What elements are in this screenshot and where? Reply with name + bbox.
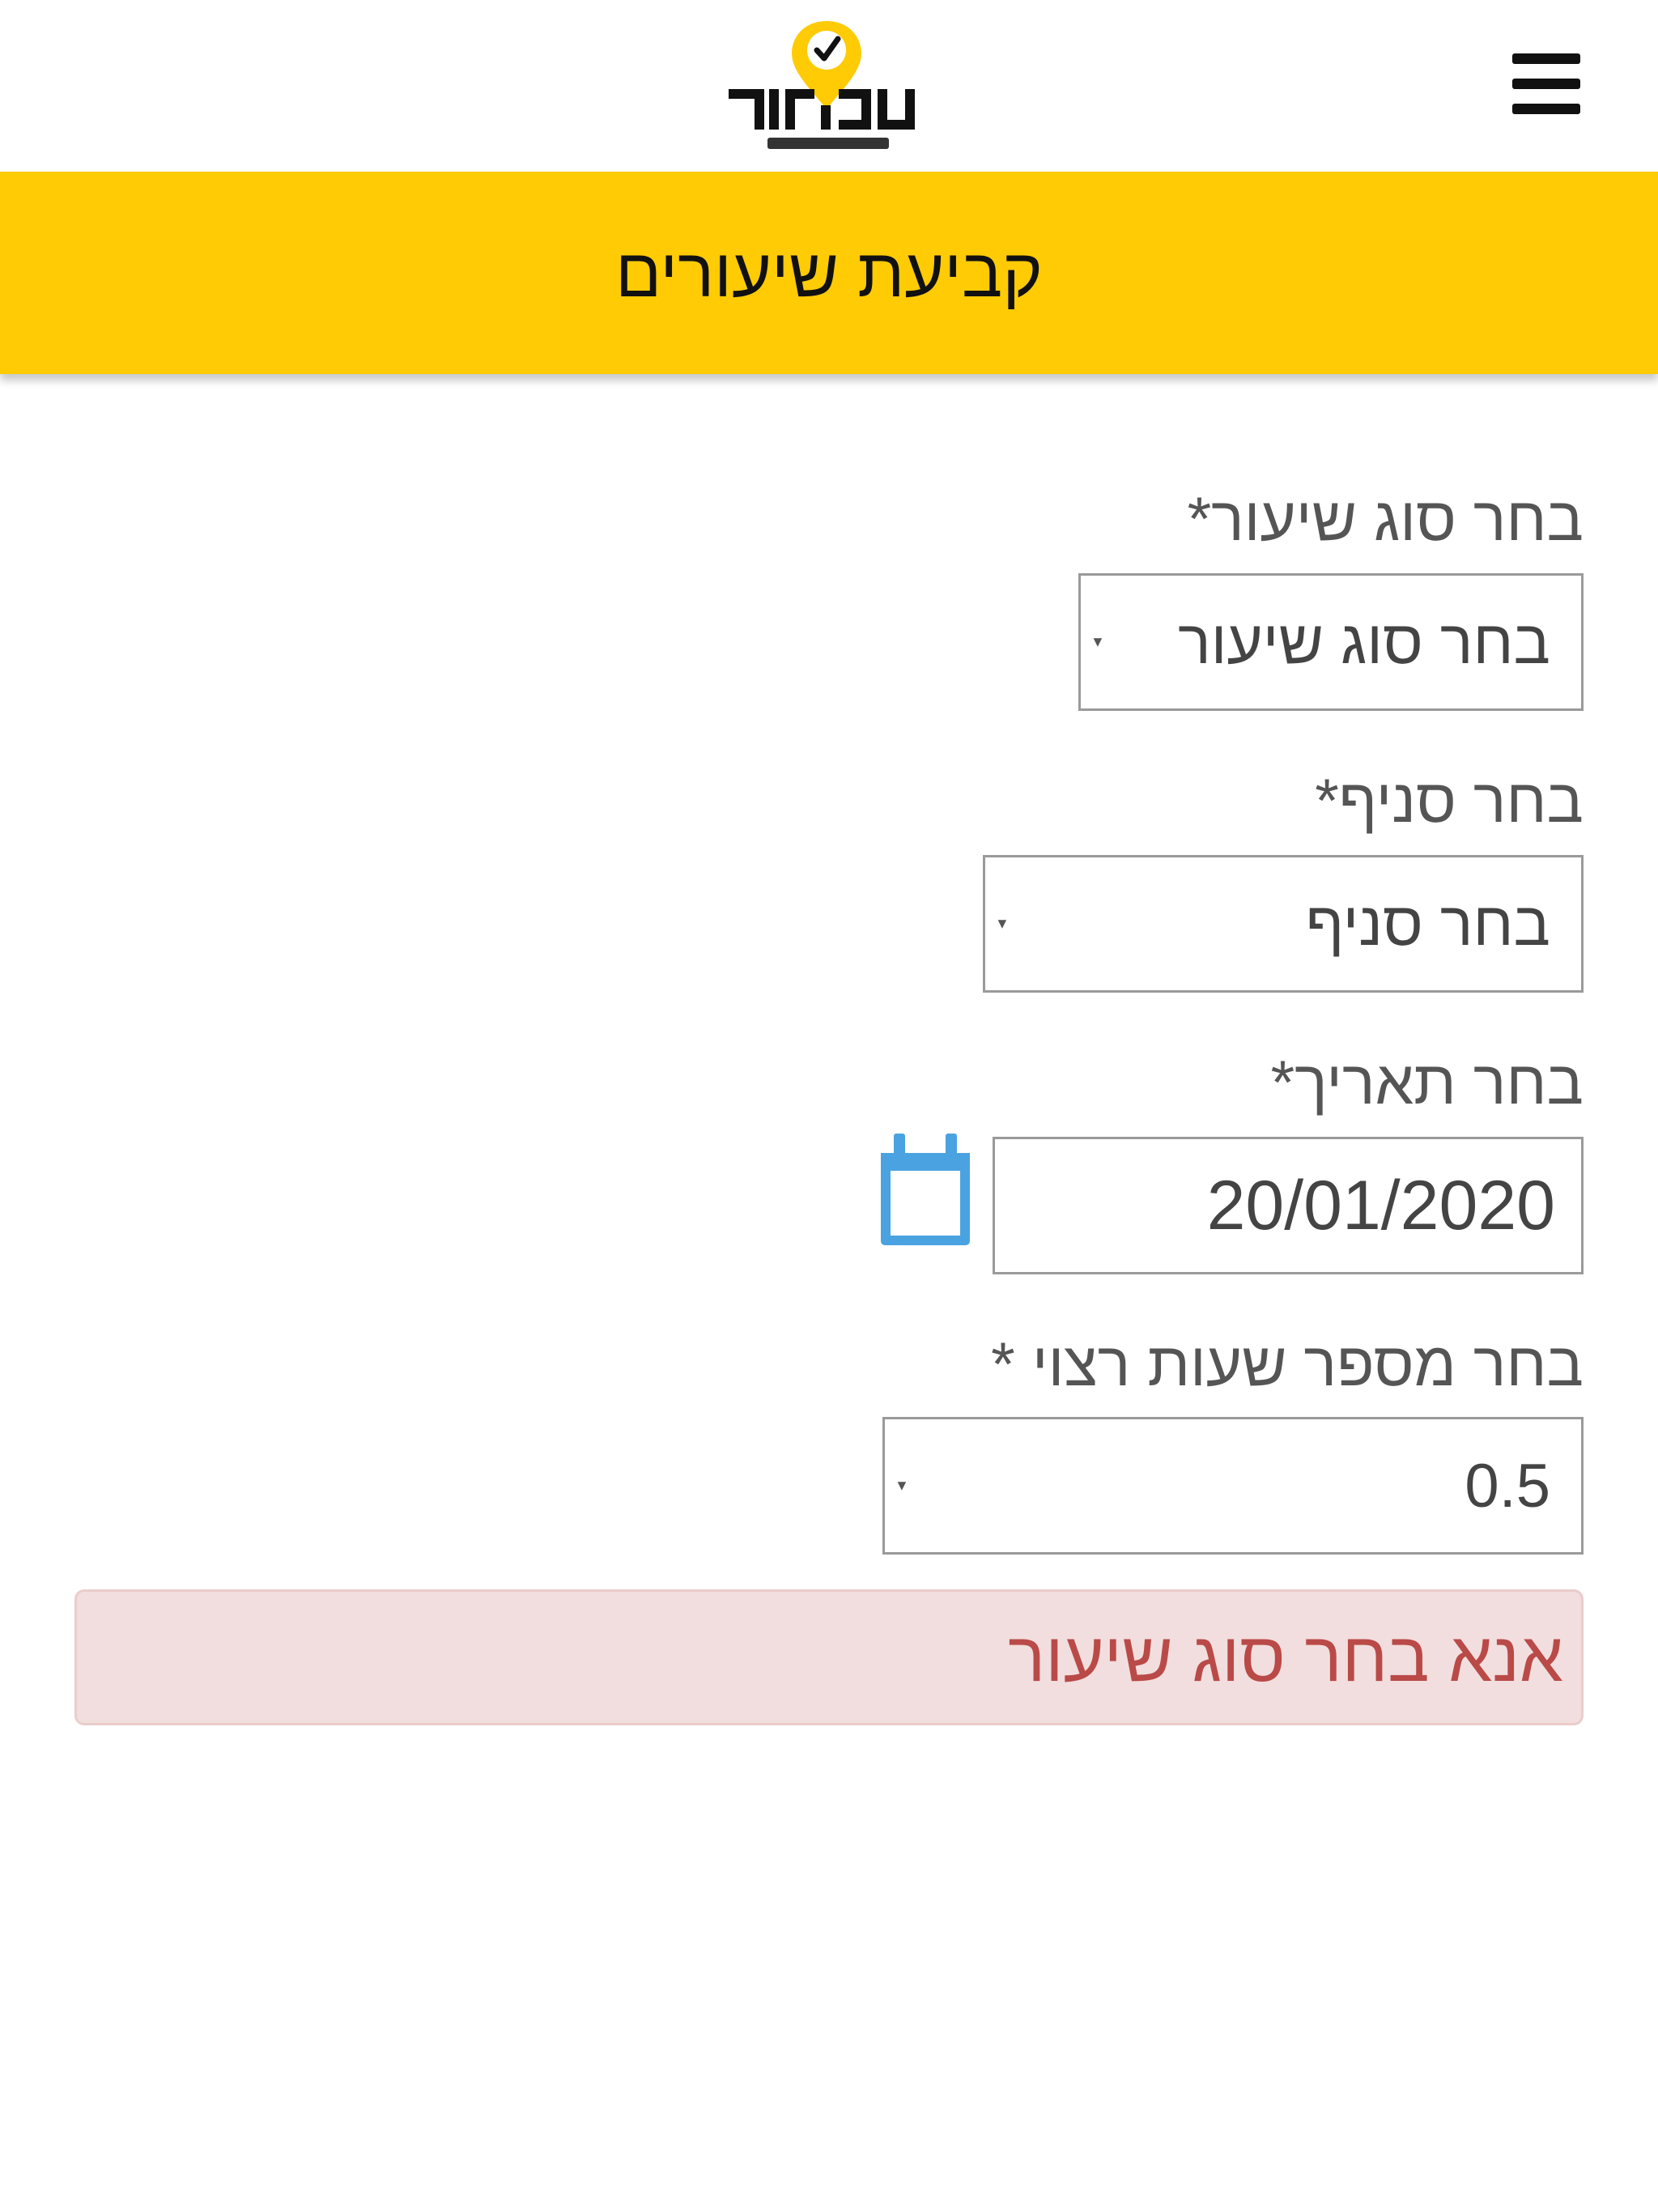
menu-bar — [1512, 79, 1580, 89]
lesson-type-label: בחר סוג שיעור* — [1187, 485, 1584, 554]
date-input[interactable]: 20/01/2020 — [993, 1137, 1584, 1274]
hamburger-menu-icon[interactable] — [1512, 53, 1580, 114]
error-message: אנא בחר סוג שיעור — [1008, 1618, 1563, 1696]
branch-selected: בחר סניף — [1305, 889, 1550, 959]
lesson-type-select[interactable]: בחר סוג שיעור ▼ — [1078, 573, 1584, 711]
page-title-bar: קביעת שיעורים — [0, 172, 1658, 374]
chevron-down-icon: ▼ — [895, 1477, 909, 1494]
calendar-icon-graphic — [881, 1134, 970, 1245]
hours-label: בחר מספר שעות רצוי * — [991, 1330, 1584, 1399]
hours-selected: 0.5 — [1465, 1451, 1550, 1521]
menu-bar — [1512, 104, 1580, 114]
site-logo[interactable] — [721, 15, 933, 157]
branch-label: בחר סניף* — [1315, 767, 1584, 836]
menu-bar — [1512, 53, 1580, 64]
chevron-down-icon: ▼ — [1090, 633, 1105, 650]
logo-graphic — [729, 21, 915, 149]
branch-select[interactable]: בחר סניף ▼ — [983, 855, 1584, 993]
top-header — [0, 0, 1658, 172]
chevron-down-icon: ▼ — [995, 915, 1010, 932]
validation-error-alert: אנא בחר סוג שיעור — [74, 1589, 1584, 1725]
hours-select[interactable]: 0.5 ▼ — [882, 1417, 1584, 1555]
calendar-icon[interactable] — [876, 1134, 975, 1247]
page-title: קביעת שיעורים — [615, 234, 1043, 311]
lesson-type-selected: בחר סוג שיעור — [1178, 607, 1550, 677]
date-label: בחר תאריך* — [1270, 1049, 1584, 1117]
